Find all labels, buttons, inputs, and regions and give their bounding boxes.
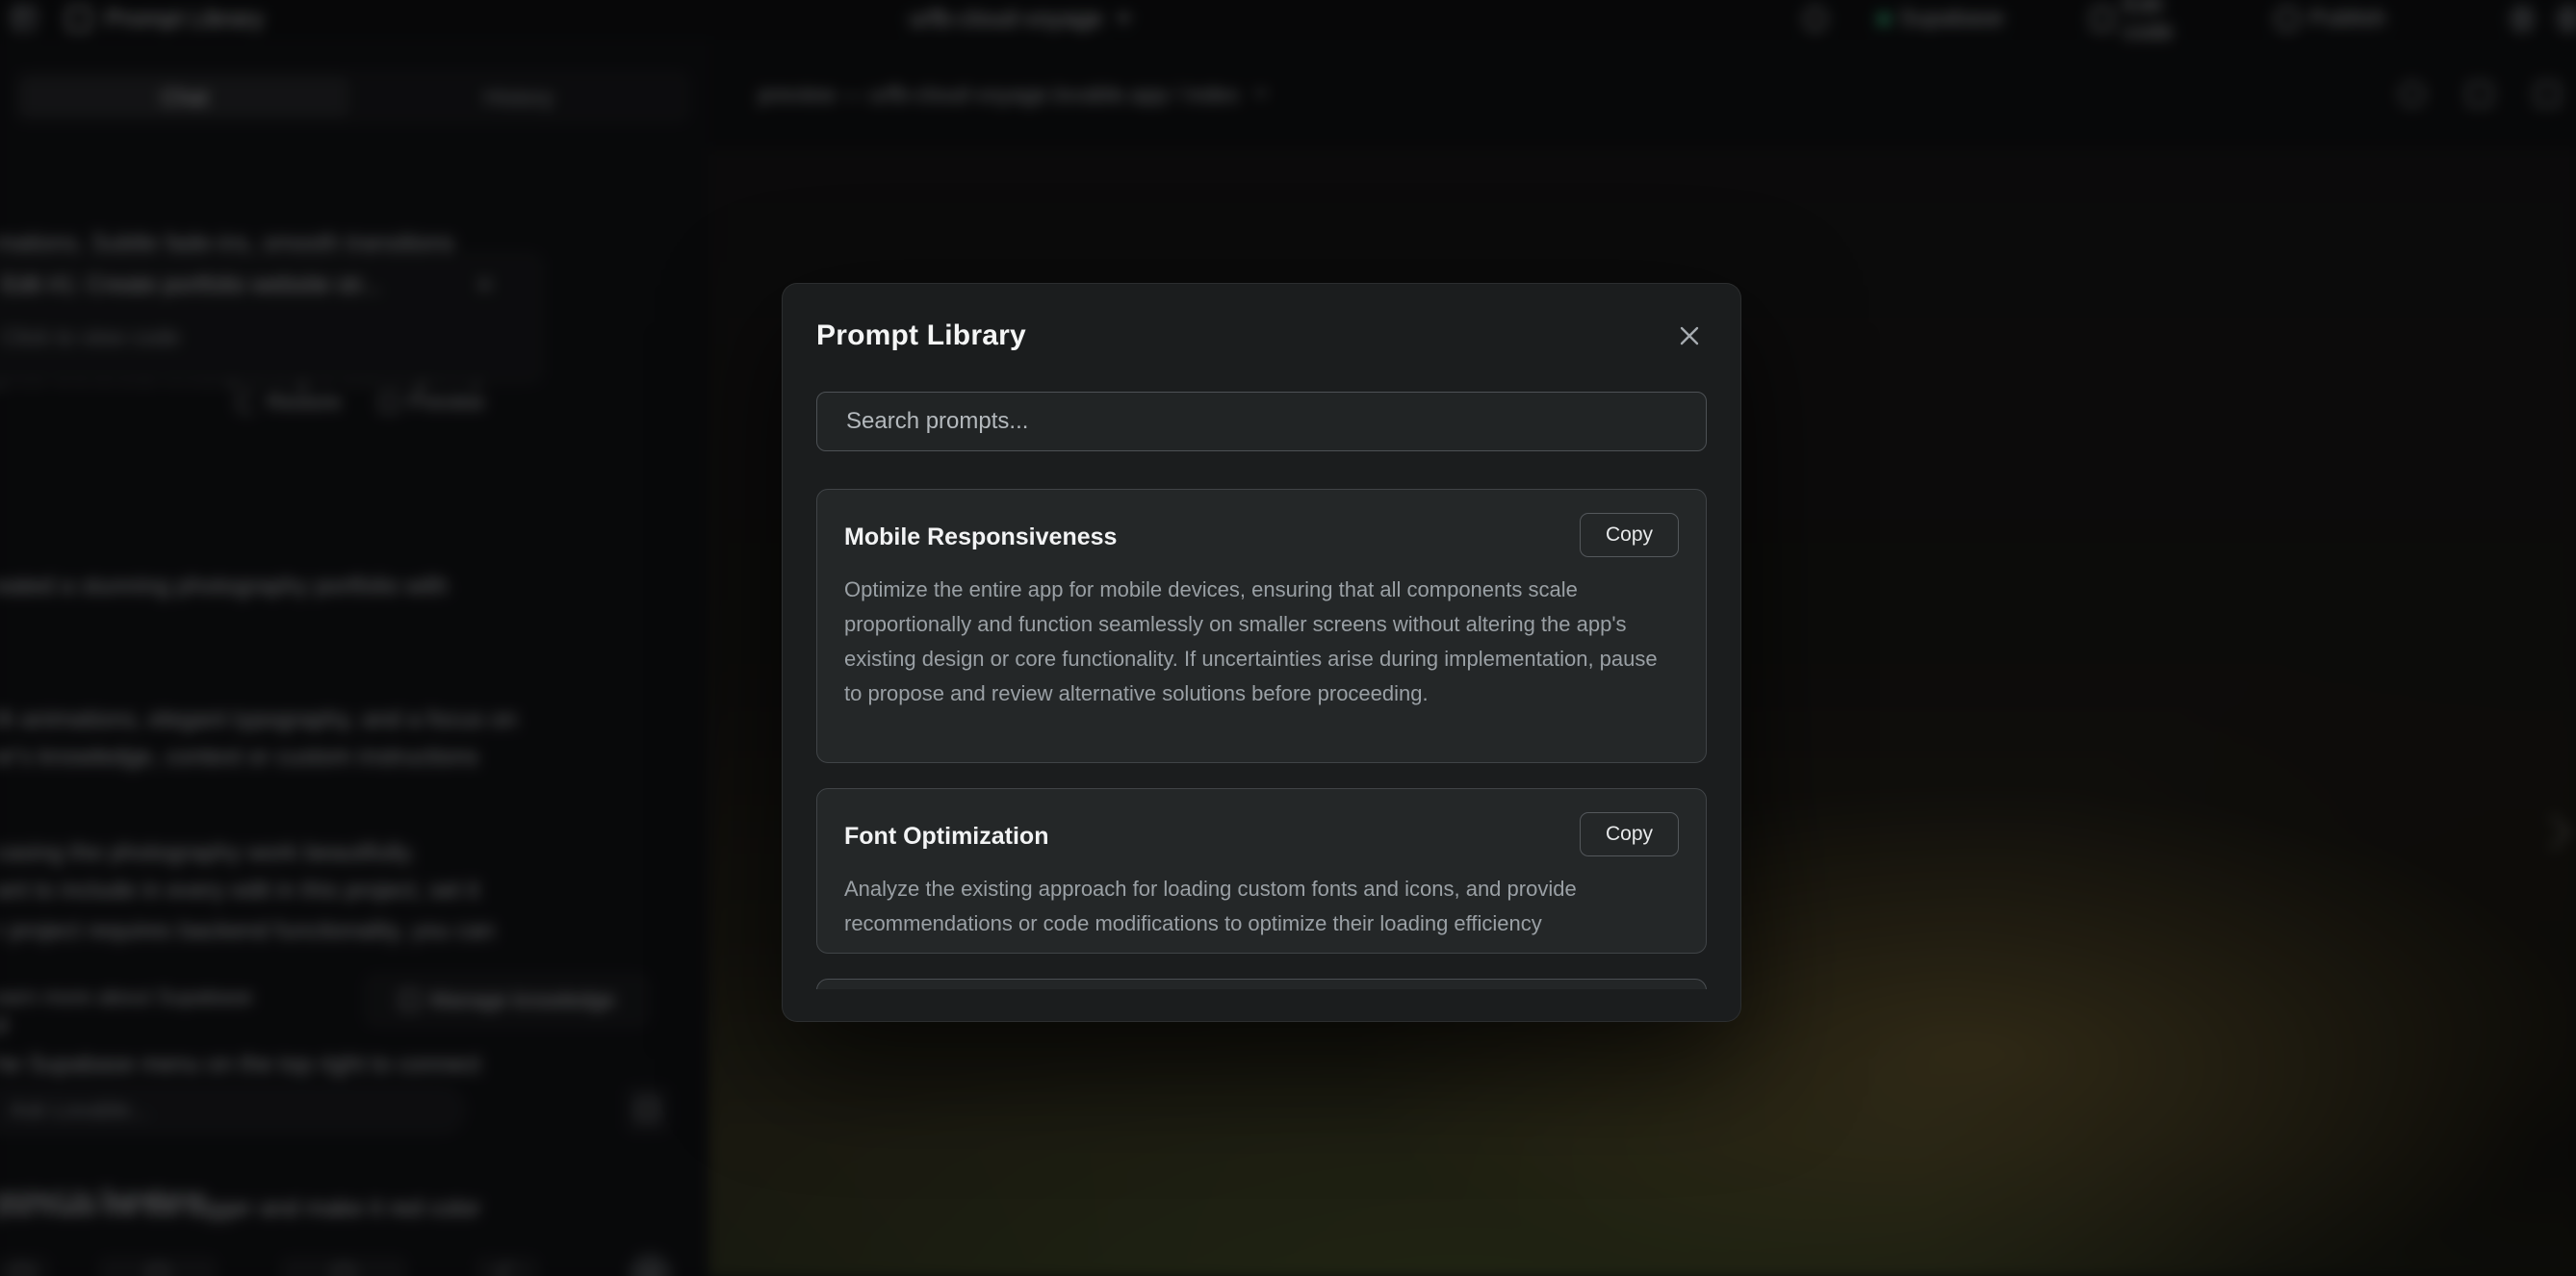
close-icon[interactable] <box>1672 319 1707 353</box>
prompt-library-modal: Prompt Library Mobile Responsiveness Cop… <box>782 283 1741 1022</box>
prompt-card-mobile-responsiveness[interactable]: Mobile Responsiveness Copy Optimize the … <box>816 489 1707 763</box>
prompt-description: Optimize the entire app for mobile devic… <box>844 573 1679 711</box>
search-input[interactable] <box>816 392 1707 451</box>
prompt-description: Analyze the existing approach for loadin… <box>844 872 1679 941</box>
card-header: Font Optimization Copy <box>844 812 1679 856</box>
close-x-glyph <box>1678 324 1701 347</box>
copy-button[interactable]: Copy <box>1580 812 1679 856</box>
app-window: Prompt Library urfb-cloud-voyage Supabas… <box>0 0 2576 1276</box>
modal-header: Prompt Library <box>816 317 1707 355</box>
modal-title: Prompt Library <box>816 319 1026 352</box>
copy-button[interactable]: Copy <box>1580 513 1679 557</box>
prompt-list: Mobile Responsiveness Copy Optimize the … <box>816 489 1707 989</box>
prompt-title: Font Optimization <box>844 812 1048 853</box>
prompt-title: Mobile Responsiveness <box>844 513 1117 553</box>
card-header: Mobile Responsiveness Copy <box>844 513 1679 557</box>
prompt-card-font-optimization[interactable]: Font Optimization Copy Analyze the exist… <box>816 788 1707 954</box>
prompt-card-partial[interactable] <box>816 979 1707 989</box>
